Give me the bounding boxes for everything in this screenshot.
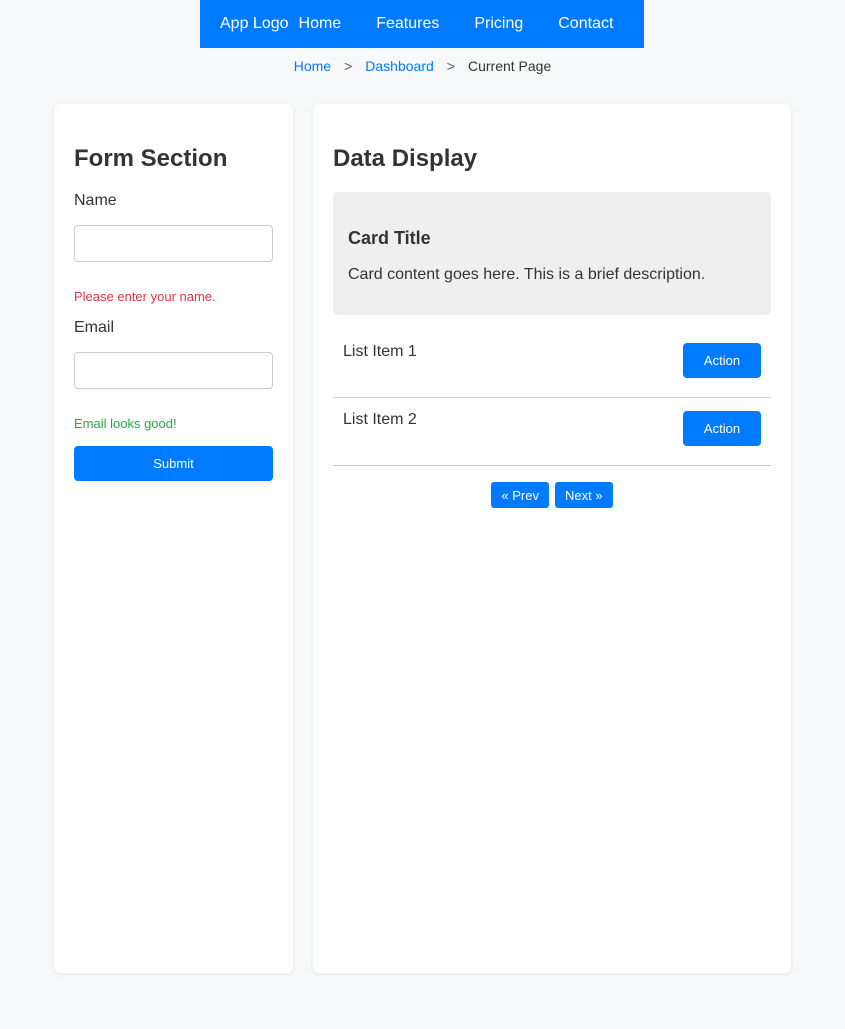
nav-link-home[interactable]: Home	[299, 15, 342, 33]
list-item-label: List Item 2	[343, 411, 417, 428]
list-item-action-button[interactable]: Action	[683, 343, 761, 378]
data-display-title: Data Display	[333, 145, 478, 172]
name-error-message: Please enter your name.	[74, 289, 216, 304]
data-display-panel: Data Display Card Title Card content goe…	[313, 104, 791, 973]
name-input[interactable]	[74, 225, 273, 262]
pagination: « Prev Next »	[333, 482, 771, 509]
breadcrumb-dashboard[interactable]: Dashboard	[365, 58, 434, 74]
list-item: List Item 1 Action	[333, 330, 771, 398]
nav-link-features[interactable]: Features	[376, 15, 439, 33]
nav-link-contact[interactable]: Contact	[558, 15, 613, 33]
form-section-panel: Form Section Name Please enter your name…	[54, 104, 293, 973]
list-item-action-button[interactable]: Action	[683, 411, 761, 446]
breadcrumb-separator: >	[446, 58, 455, 74]
info-card: Card Title Card content goes here. This …	[333, 192, 771, 315]
card-title: Card Title	[348, 228, 431, 248]
top-navbar: App Logo Home Features Pricing Contact	[200, 0, 644, 48]
submit-button[interactable]: Submit	[74, 446, 273, 481]
list-item-label: List Item 1	[343, 343, 417, 360]
email-input[interactable]	[74, 352, 273, 389]
app-logo[interactable]: App Logo	[220, 15, 289, 33]
email-success-message: Email looks good!	[74, 416, 177, 431]
list-item: List Item 2 Action	[333, 398, 771, 466]
next-page-button[interactable]: Next »	[555, 482, 613, 508]
breadcrumb-home[interactable]: Home	[294, 58, 331, 74]
name-label: Name	[74, 192, 117, 209]
prev-page-button[interactable]: « Prev	[491, 482, 549, 508]
nav-link-pricing[interactable]: Pricing	[474, 15, 523, 33]
form-section-title: Form Section	[74, 145, 228, 172]
breadcrumb: Home > Dashboard > Current Page	[0, 56, 845, 76]
breadcrumb-separator: >	[344, 58, 353, 74]
breadcrumb-current: Current Page	[467, 58, 552, 74]
card-text: Card content goes here. This is a brief …	[348, 266, 706, 283]
email-label: Email	[74, 319, 115, 336]
